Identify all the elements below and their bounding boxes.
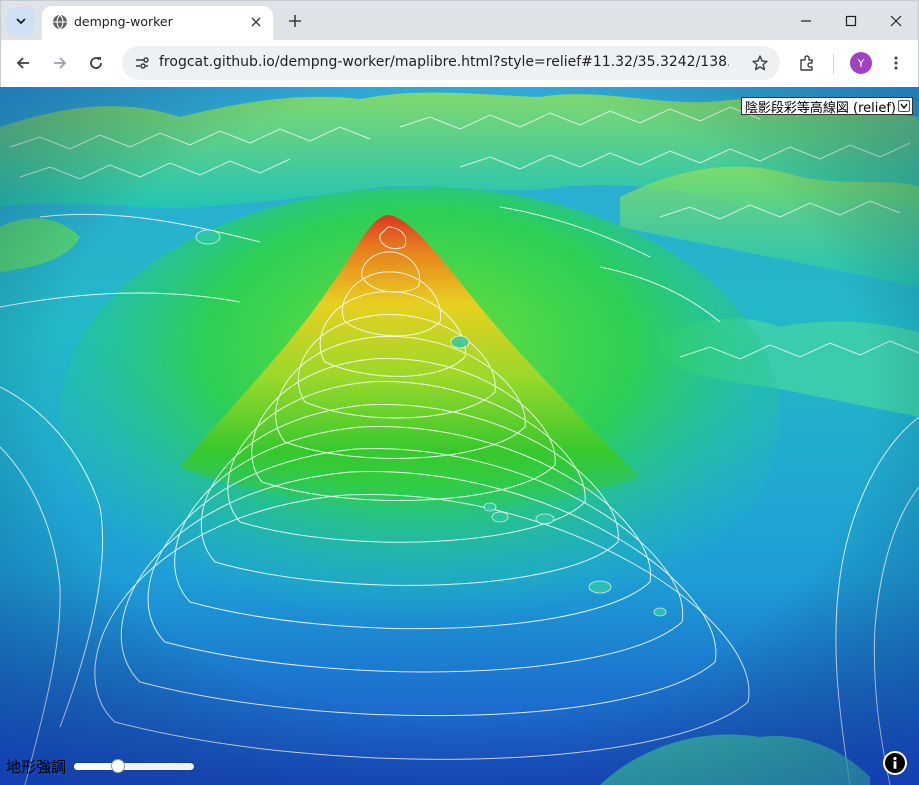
globe-icon	[53, 14, 67, 30]
maximize-icon	[845, 15, 857, 27]
address-bar[interactable]: frogcat.github.io/dempng-worker/maplibre…	[122, 46, 780, 80]
terrain-relief-map[interactable]	[0, 87, 919, 785]
plus-icon	[289, 15, 301, 27]
back-button[interactable]	[10, 50, 36, 76]
style-select-value: 陰影段彩等高線図 (relief)	[744, 100, 896, 116]
terrain-exaggeration-control: 地形強調	[6, 756, 195, 777]
close-icon[interactable]	[247, 13, 265, 31]
map-canvas[interactable]: 陰影段彩等高線図 (relief) 地形強調	[0, 87, 919, 785]
url-text: frogcat.github.io/dempng-worker/maplibre…	[159, 54, 729, 70]
star-icon[interactable]	[748, 51, 772, 75]
chevron-down-icon	[16, 18, 26, 25]
menu-icon	[894, 56, 898, 70]
extensions-button[interactable]	[794, 50, 820, 76]
extensions-icon	[800, 55, 813, 71]
minimize-icon	[801, 20, 811, 22]
terrain-exaggeration-slider[interactable]	[74, 759, 195, 773]
window-close-button[interactable]	[883, 9, 909, 33]
menu-button[interactable]	[883, 50, 909, 76]
tab-title: dempng-worker	[74, 14, 173, 29]
reload-button[interactable]	[83, 50, 109, 76]
browser-toolbar: frogcat.github.io/dempng-worker/maplibre…	[0, 40, 919, 87]
tab-search-button[interactable]	[7, 7, 35, 35]
maximize-button[interactable]	[838, 9, 864, 33]
forward-button[interactable]	[47, 50, 73, 76]
tab-strip: dempng-worker	[0, 0, 919, 41]
toolbar-divider	[833, 54, 834, 74]
reload-icon	[90, 57, 102, 69]
forward-icon	[54, 57, 67, 69]
minimize-button[interactable]	[793, 9, 819, 33]
info-icon	[885, 753, 905, 773]
style-select[interactable]: 陰影段彩等高線図 (relief)	[740, 97, 913, 116]
avatar[interactable]: Y	[850, 52, 872, 74]
edge-vignette	[0, 87, 919, 785]
site-info-icon[interactable]	[130, 51, 154, 75]
tab-active[interactable]: dempng-worker	[42, 6, 273, 41]
new-tab-button[interactable]	[283, 9, 307, 33]
slider-thumb[interactable]	[111, 759, 126, 773]
attribution-button[interactable]	[883, 751, 907, 775]
terrain-exaggeration-label: 地形強調	[6, 758, 67, 776]
window-close-icon	[890, 15, 902, 27]
chevron-down-icon	[898, 100, 910, 112]
back-icon	[16, 57, 29, 69]
